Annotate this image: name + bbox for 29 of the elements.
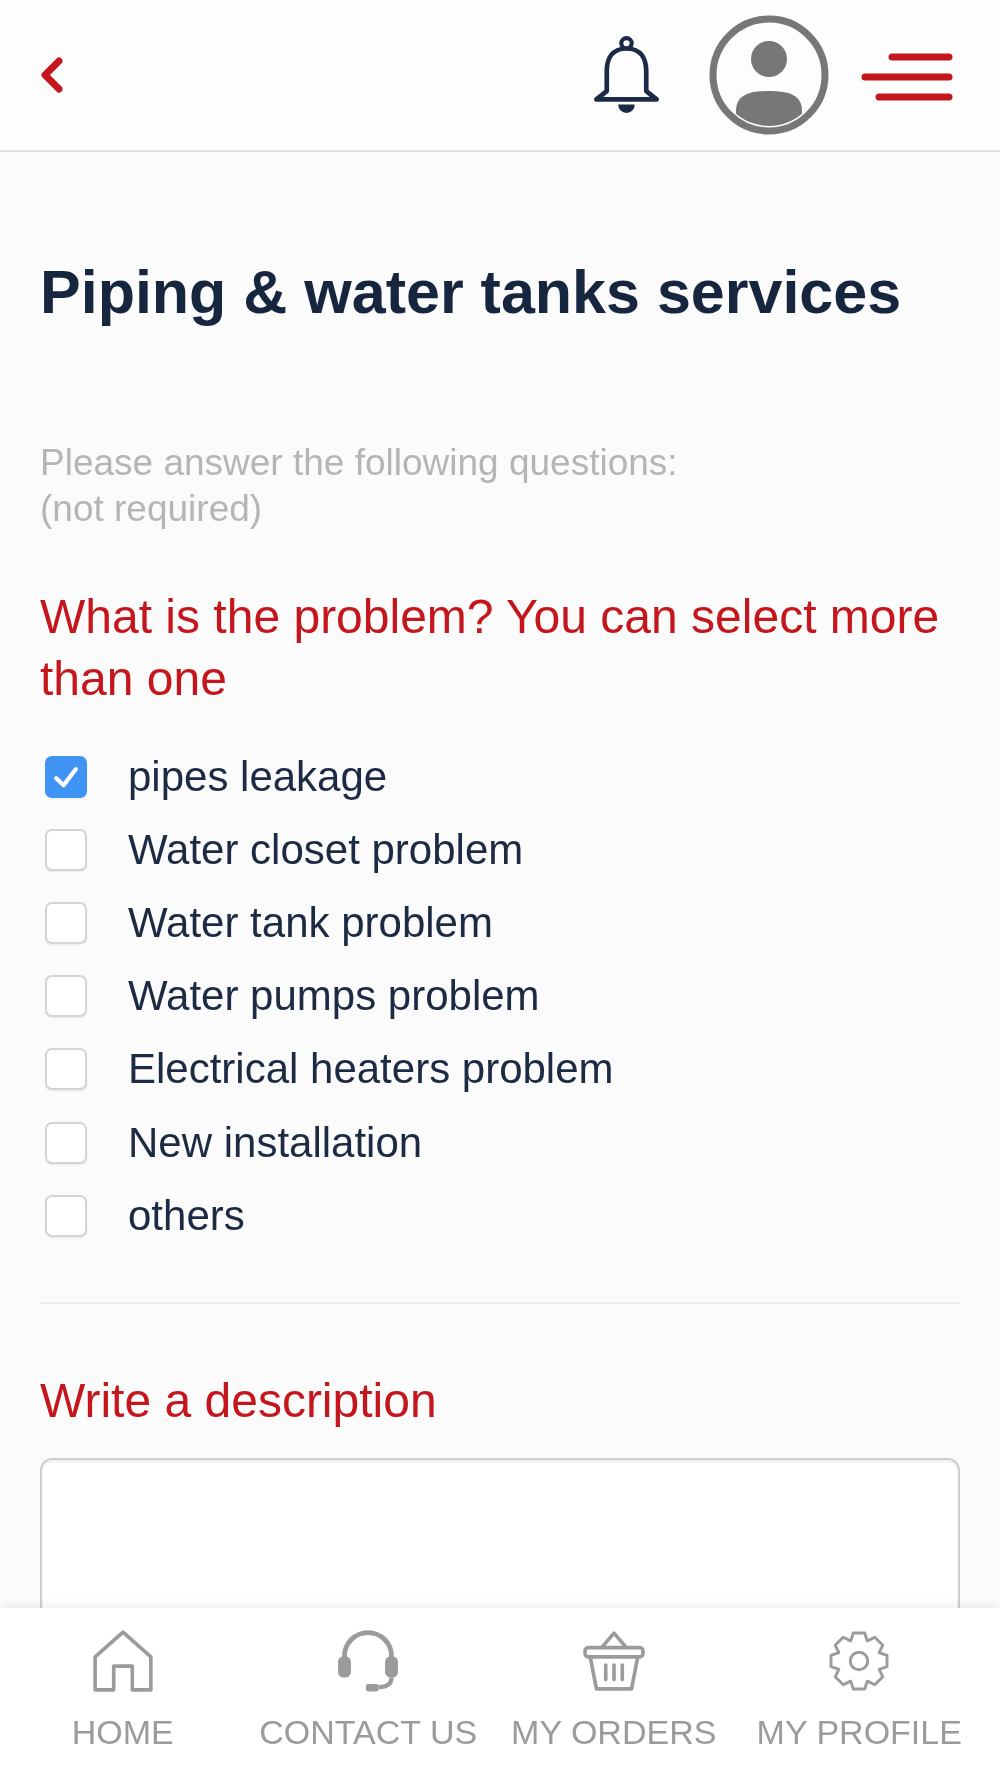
option-label[interactable]: New installation	[128, 1117, 423, 1168]
page-title: Piping & water tanks services	[40, 257, 903, 327]
basket-icon	[582, 1629, 645, 1693]
description-field[interactable]	[40, 1458, 960, 1611]
option-label[interactable]: Water closet problem	[128, 824, 524, 875]
checkbox[interactable]	[45, 828, 87, 871]
house-icon	[91, 1629, 154, 1693]
gear-icon	[828, 1629, 891, 1693]
checkbox[interactable]	[45, 901, 87, 944]
chevron-left-icon[interactable]	[40, 57, 64, 93]
option-label[interactable]: pipes leakage	[128, 751, 388, 802]
checkbox[interactable]	[45, 1048, 87, 1091]
bell-icon[interactable]	[592, 35, 661, 115]
note-text: (not required)	[40, 487, 264, 531]
option-label[interactable]: others	[128, 1190, 245, 1241]
checkbox[interactable]	[45, 1121, 87, 1164]
checkmark-icon	[53, 765, 79, 788]
avatar-icon[interactable]	[709, 15, 829, 135]
description-label: Write a description	[40, 1373, 438, 1430]
question-label: What is the problem? You can select more than one	[40, 589, 941, 707]
checkbox[interactable]	[45, 755, 87, 798]
option-label[interactable]: Electrical heaters problem	[128, 1044, 614, 1095]
option-label[interactable]: Water tank problem	[128, 897, 493, 948]
menu-icon[interactable]	[861, 53, 953, 101]
headset-icon	[337, 1629, 400, 1693]
option-label[interactable]: Water pumps problem	[128, 971, 540, 1022]
checkbox[interactable]	[45, 975, 87, 1018]
checkbox[interactable]	[45, 1194, 87, 1237]
intro-text: Please answer the following questions:	[40, 441, 679, 485]
